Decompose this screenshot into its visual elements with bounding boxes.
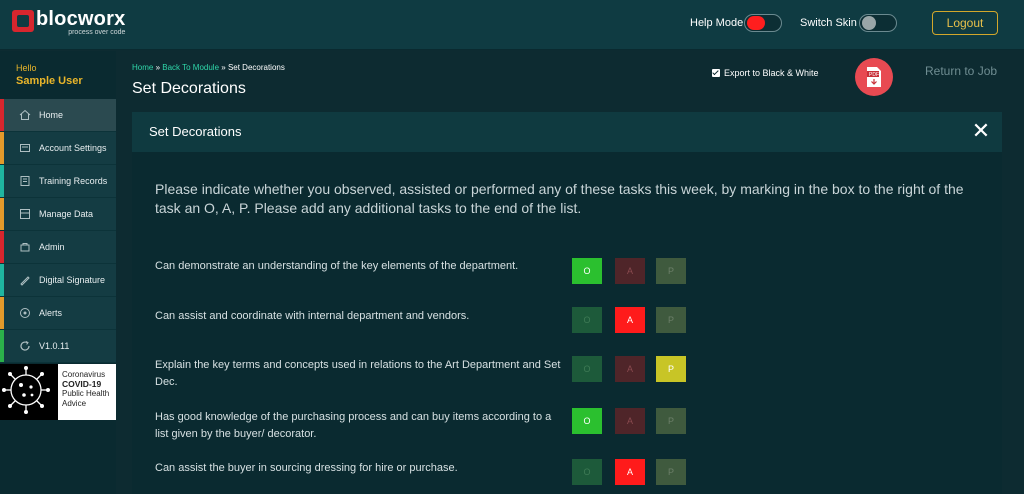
task-text: Explain the key terms and concepts used … [155,359,561,388]
covid-advice-text: Coronavirus COVID-19 Public Health Advic… [58,364,116,420]
sidebar-item-training-records[interactable]: Training Records [0,165,116,198]
export-bw-label: Export to Black & White [724,68,819,78]
admin-icon [18,240,32,254]
top-bar: blocworx process over code Help Mode Swi… [0,0,1024,50]
pdf-download-button[interactable]: PDF [855,58,893,96]
sidebar-item-label: Alerts [39,308,63,318]
task-text: Can assist the buyer in sourcing dressin… [155,462,458,474]
switch-skin-label: Switch Skin [800,17,857,29]
sidebar-item-label: V1.0.11 [39,341,70,351]
task-text: Has good knowledge of the purchasing pro… [155,411,552,440]
toggle-knob [862,16,876,30]
user-name: Sample User [16,75,83,87]
home-icon [18,108,32,122]
training-icon [18,174,32,188]
task-3-assisted-button[interactable]: A [615,356,645,382]
sidebar-item-label: Account Settings [39,143,107,153]
svg-text:PDF: PDF [869,72,879,78]
sidebar-item-label: Manage Data [39,209,94,219]
task-3-performed-button[interactable]: P [656,356,686,382]
breadcrumb-home-link[interactable]: Home [132,63,153,72]
sidebar-item-account-settings[interactable]: Account Settings [0,132,116,165]
help-mode-toggle[interactable] [744,14,782,32]
pdf-icon: PDF [867,67,881,87]
task-1-observed-button[interactable]: O [572,258,602,284]
task-1-assisted-button[interactable]: A [615,258,645,284]
logo-mark-icon [12,10,34,32]
task-2-performed-button[interactable]: P [656,307,686,333]
instructions-text: Please indicate whether you observed, as… [155,181,964,216]
blocworx-logo[interactable]: blocworx process over code [12,8,125,42]
sidebar-item-label: Training Records [39,176,108,186]
sidebar-item-admin[interactable]: Admin [0,231,116,264]
breadcrumb-separator: » [153,63,163,72]
task-4-assisted-button[interactable]: A [615,408,645,434]
panel-body: Please indicate whether you observed, as… [132,152,1002,494]
sidebar-item-digital-signature[interactable]: Digital Signature [0,264,116,297]
refresh-icon [18,339,32,353]
toggle-knob [747,16,765,30]
task-1-performed-button[interactable]: P [656,258,686,284]
export-bw-checkbox[interactable] [712,69,720,77]
greeting: Hello [16,63,37,73]
logout-button[interactable]: Logout [932,11,998,35]
task-text: Can demonstrate an understanding of the … [155,260,519,272]
task-4-observed-button[interactable]: O [572,408,602,434]
sidebar-item-label: Home [39,110,64,120]
page-title: Set Decorations [132,80,246,97]
task-2-assisted-button[interactable]: A [615,307,645,333]
sidebar: Hello Sample User Home Account Settings … [0,51,116,494]
task-5-performed-button[interactable]: P [656,459,686,485]
task-5-assisted-button[interactable]: A [615,459,645,485]
switch-skin-toggle[interactable] [859,14,897,32]
sidebar-nav: Home Account Settings Training Records M… [0,99,116,363]
logo-tagline: process over code [68,29,126,36]
data-icon [18,207,32,221]
sidebar-item-manage-data[interactable]: Manage Data [0,198,116,231]
return-to-job-link[interactable]: Return to Job [925,64,997,78]
covid-advice-banner[interactable]: Coronavirus COVID-19 Public Health Advic… [0,364,116,420]
breadcrumb: Home » Back To Module » Set Decorations [132,63,285,72]
sidebar-item-label: Admin [39,242,65,252]
signature-icon [18,273,32,287]
export-bw-option[interactable]: Export to Black & White [712,68,819,78]
sidebar-item-alerts[interactable]: Alerts [0,297,116,330]
sidebar-item-version[interactable]: V1.0.11 [0,330,116,363]
task-2-observed-button[interactable]: O [572,307,602,333]
panel-title: Set Decorations [149,124,242,139]
sidebar-item-label: Digital Signature [39,275,106,285]
task-4-performed-button[interactable]: P [656,408,686,434]
close-icon[interactable]: ✕ [970,118,992,143]
task-5-observed-button[interactable]: O [572,459,602,485]
logo-name: blocworx [36,8,126,30]
breadcrumb-back-link[interactable]: Back To Module [162,63,219,72]
sidebar-item-home[interactable]: Home [0,99,116,132]
task-text: Can assist and coordinate with internal … [155,310,470,322]
help-mode-label: Help Mode [690,17,744,29]
coronavirus-icon [0,364,58,420]
set-decorations-panel: Set Decorations ✕ Please indicate whethe… [132,112,1002,494]
settings-icon [18,141,32,155]
task-3-observed-button[interactable]: O [572,356,602,382]
breadcrumb-current: Set Decorations [227,63,285,72]
alerts-icon [18,306,32,320]
breadcrumb-separator: » [219,63,228,72]
